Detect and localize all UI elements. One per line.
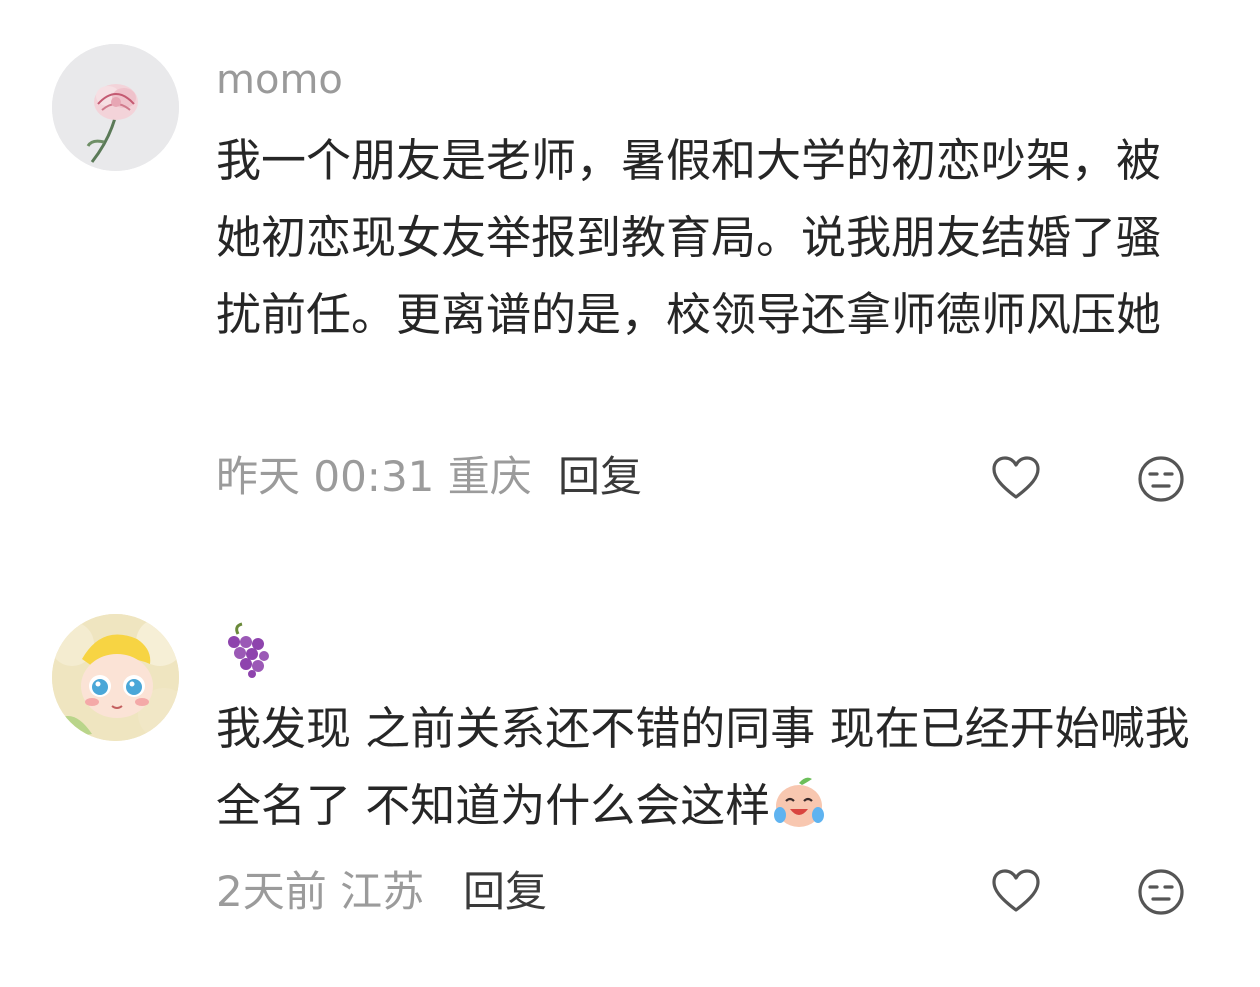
crying-laughing-peach-icon	[774, 777, 825, 827]
reply-button[interactable]: 回复	[463, 871, 547, 913]
comment-location: 江苏	[340, 867, 425, 916]
like-button[interactable]	[990, 453, 1042, 505]
comment-time: 2天前	[216, 867, 327, 916]
avatar[interactable]	[52, 614, 179, 741]
comment-text: 我发现 之前关系还不错的同事 现在已经开始喊我全名了 不知道为什么会这样	[216, 690, 1201, 844]
reply-button[interactable]: 回复	[558, 456, 642, 498]
meh-face-icon	[1138, 456, 1184, 502]
heart-outline-icon	[992, 869, 1040, 912]
comment-text: 我一个朋友是老师，暑假和大学的初恋吵架，被她初恋现女友举报到教育局。说我朋友结婚…	[216, 134, 1162, 341]
comment-meta: 2天前 江苏	[216, 871, 424, 913]
comment-item: momo 我一个朋友是老师，暑假和大学的初恋吵架，被她初恋现女友举报到教育局。说…	[0, 0, 1260, 540]
crying-laughing-peach-emoji	[770, 773, 828, 831]
dislike-button[interactable]	[1135, 866, 1187, 918]
like-button[interactable]	[990, 866, 1042, 918]
username[interactable]	[216, 622, 272, 678]
cartoon-doll-icon	[52, 614, 179, 741]
dislike-button[interactable]	[1135, 453, 1187, 505]
username[interactable]: momo	[216, 60, 343, 100]
comment-meta: 昨天 00:31 重庆	[216, 456, 532, 498]
comment-text-content: 我发现 之前关系还不错的同事 现在已经开始喊我全名了 不知道为什么会这样	[216, 702, 1190, 832]
grapes-emoji-icon	[228, 622, 269, 678]
comment-location: 重庆	[447, 452, 532, 501]
comment-item: 我发现 之前关系还不错的同事 现在已经开始喊我全名了 不知道为什么会这样 2天前…	[0, 560, 1260, 987]
heart-outline-icon	[992, 456, 1040, 499]
carnation-flower-icon	[52, 44, 179, 171]
avatar[interactable]	[52, 44, 179, 171]
meh-face-icon	[1138, 869, 1184, 915]
comment-time: 昨天 00:31	[216, 452, 435, 501]
